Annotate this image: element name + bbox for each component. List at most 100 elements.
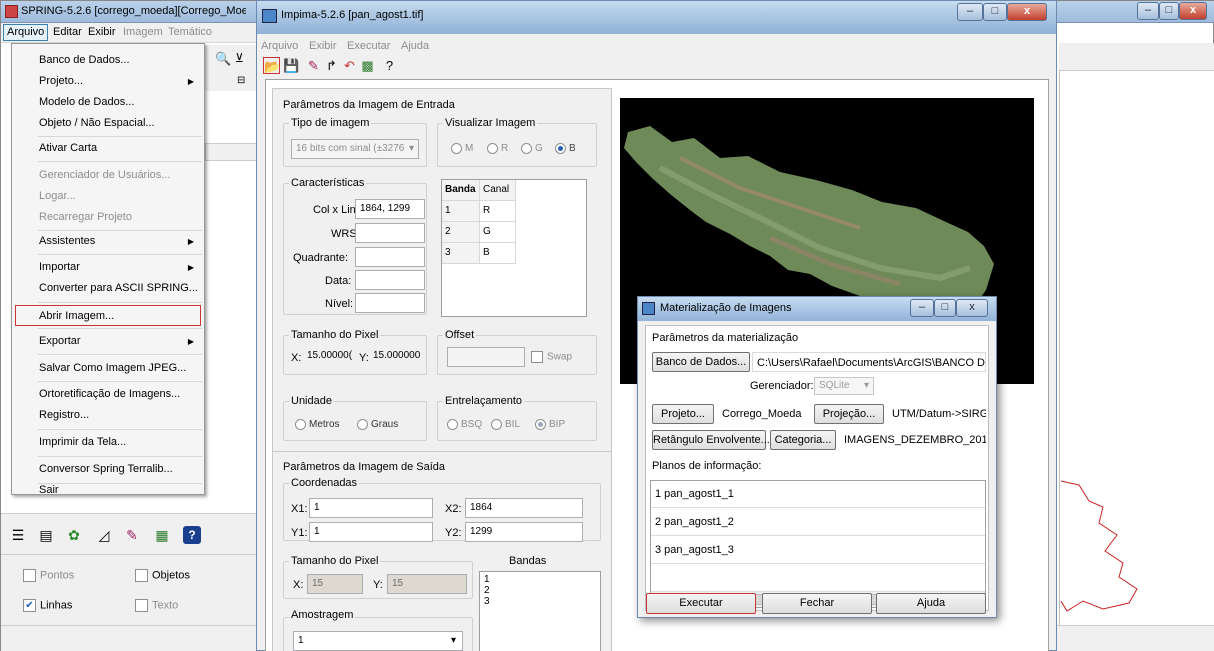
retangulo-envolvente-button[interactable]: Retângulo Envolvente... — [652, 430, 770, 450]
amostragem-select[interactable]: 1 ▾ — [293, 631, 463, 651]
nivel-field[interactable] — [355, 293, 425, 313]
y1-field[interactable]: 1 — [309, 522, 433, 542]
radio-g[interactable]: G — [521, 143, 543, 154]
menu-item-salvar-jpeg[interactable]: Salvar Como Imagem JPEG... — [12, 358, 204, 379]
layers-icon[interactable]: ✿ — [65, 526, 83, 544]
planos-list-item[interactable]: 2 pan_agost1_2 — [651, 509, 985, 536]
saida-px-field[interactable]: 15 — [307, 574, 363, 594]
y2-field[interactable]: 1299 — [465, 522, 583, 542]
radio-m[interactable]: M — [451, 143, 473, 154]
metros-radio[interactable]: Metros — [295, 419, 340, 430]
menu-item-ativar-carta[interactable]: Ativar Carta — [12, 138, 204, 159]
chart-icon[interactable]: ◿ — [95, 526, 113, 544]
objetos-checkbox[interactable]: Objetos — [135, 569, 190, 582]
gerenciador-select[interactable]: SQLite ▾ — [814, 377, 874, 395]
pixel-x-field[interactable]: 15.00000( — [303, 347, 359, 367]
radio-b[interactable]: B — [555, 143, 576, 154]
save-icon[interactable]: 💾 — [283, 57, 300, 74]
menu-item-abrir-imagem[interactable]: Abrir Imagem... — [15, 305, 201, 326]
list-icon[interactable]: ☰ — [9, 526, 27, 544]
menu-item-importar[interactable]: Importar ▶ — [12, 257, 204, 278]
bil-radio[interactable]: BIL — [491, 419, 520, 430]
close-icon[interactable]: x — [1007, 3, 1047, 21]
planos-list[interactable]: 1 pan_agost1_1 2 pan_agost1_2 3 pan_agos… — [650, 480, 986, 608]
impima-menu-arquivo[interactable]: Arquivo — [261, 40, 298, 52]
menu-item-projeto[interactable]: Projeto... ▶ — [12, 71, 204, 92]
x1-field[interactable]: 1 — [309, 498, 433, 518]
menu-item-registro[interactable]: Registro... — [12, 405, 204, 426]
x2-field[interactable]: 1864 — [465, 498, 583, 518]
categoria-button[interactable]: Categoria... — [770, 430, 836, 450]
impima-menu-exibir[interactable]: Exibir — [309, 40, 337, 52]
close-icon[interactable]: x — [1179, 2, 1207, 20]
close-icon[interactable]: x — [956, 299, 988, 317]
menu-item-ortoretificacao[interactable]: Ortoretificação de Imagens... — [12, 384, 204, 405]
menu-item-sair[interactable]: Sair — [12, 485, 204, 496]
wrs-field[interactable] — [355, 223, 425, 243]
pencil-icon[interactable]: ✎ — [305, 57, 322, 74]
cursor-icon[interactable]: ↱ — [323, 57, 340, 74]
pin-icon[interactable]: ⊟ — [237, 75, 245, 86]
texto-checkbox[interactable]: Texto — [135, 599, 178, 612]
bandas-list-item[interactable]: 2 — [484, 585, 490, 596]
fechar-button[interactable]: Fechar — [762, 593, 872, 614]
image-icon[interactable]: ▩ — [359, 57, 376, 74]
maximize-icon[interactable]: □ — [1159, 2, 1179, 20]
menu-item-conversor-terralib[interactable]: Conversor Spring Terralib... — [12, 459, 204, 480]
quadrante-field[interactable] — [355, 247, 425, 267]
menu-item-imprimir-tela[interactable]: Imprimir da Tela... — [12, 432, 204, 453]
menu-arquivo[interactable]: Arquivo — [3, 24, 49, 41]
impima-menu-executar[interactable]: Executar — [347, 40, 390, 52]
channel-cell-1[interactable]: R — [480, 201, 516, 222]
projeto-button[interactable]: Projeto... — [652, 404, 714, 424]
pixel-y-field[interactable]: 15.000000 — [369, 347, 425, 367]
minimize-icon[interactable]: – — [957, 3, 983, 21]
table-icon[interactable]: ▤ — [37, 526, 55, 544]
menu-exibir[interactable]: Exibir — [88, 26, 116, 38]
menu-tematico[interactable]: Temático — [168, 26, 212, 38]
menu-item-objeto-nao-espacial[interactable]: Objeto / Não Espacial... — [12, 113, 204, 134]
col-lin-field[interactable]: 1864, 1299 — [355, 199, 425, 219]
bip-radio[interactable]: BIP — [535, 419, 565, 430]
bandas-list-item[interactable]: 1 — [484, 574, 490, 585]
pencil-icon[interactable]: ✎ — [123, 526, 141, 544]
help-icon[interactable]: ? — [183, 526, 201, 544]
tipo-imagem-select[interactable]: 16 bits com sinal (±3276 ▾ — [291, 139, 419, 159]
band-channel-table[interactable]: Banda Canal 1 R 2 G 3 B — [441, 179, 587, 317]
saida-py-field[interactable]: 15 — [387, 574, 467, 594]
menu-item-exportar[interactable]: Exportar ▶ — [12, 331, 204, 352]
banco-de-dados-button[interactable]: Banco de Dados... — [652, 352, 750, 372]
bandas-list[interactable]: 1 2 3 — [479, 571, 601, 651]
bsq-radio[interactable]: BSQ — [447, 419, 482, 430]
channel-cell-3[interactable]: B — [480, 243, 516, 264]
projecao-button[interactable]: Projeção... — [814, 404, 884, 424]
open-folder-icon[interactable]: 📂 — [263, 57, 280, 74]
swap-checkbox[interactable]: Swap — [531, 351, 572, 363]
menu-item-converter-ascii[interactable]: Converter para ASCII SPRING... — [12, 278, 204, 299]
search-icon[interactable]: 🔍 — [215, 51, 231, 67]
graus-radio[interactable]: Graus — [357, 419, 398, 430]
planos-list-item[interactable]: 1 pan_agost1_1 — [651, 481, 985, 508]
menu-editar[interactable]: Editar — [53, 26, 82, 38]
help-icon[interactable]: ? — [381, 57, 398, 74]
grid-icon[interactable]: ▦ — [153, 526, 171, 544]
channel-cell-2[interactable]: G — [480, 222, 516, 243]
radio-r[interactable]: R — [487, 143, 508, 154]
menu-item-banco-de-dados[interactable]: Banco de Dados... — [12, 50, 204, 71]
ajuda-button[interactable]: Ajuda — [876, 593, 986, 614]
minimize-icon[interactable]: – — [1137, 2, 1159, 20]
data-field[interactable] — [355, 270, 425, 290]
planos-list-item[interactable]: 3 pan_agost1_3 — [651, 537, 985, 564]
menu-item-assistentes[interactable]: Assistentes ▶ — [12, 231, 204, 252]
undo-icon[interactable]: ↶ — [341, 57, 358, 74]
bandas-list-item[interactable]: 3 — [484, 596, 490, 607]
pontos-checkbox[interactable]: Pontos — [23, 569, 74, 582]
zoom-icon[interactable]: ⊻ — [235, 51, 244, 65]
minimize-icon[interactable]: – — [910, 299, 934, 317]
menu-item-modelo-de-dados[interactable]: Modelo de Dados... — [12, 92, 204, 113]
executar-button[interactable]: Executar — [646, 593, 756, 614]
menu-imagem[interactable]: Imagem — [123, 26, 163, 38]
maximize-icon[interactable]: □ — [934, 299, 956, 317]
maximize-icon[interactable]: □ — [983, 3, 1007, 21]
offset-field[interactable] — [447, 347, 525, 367]
